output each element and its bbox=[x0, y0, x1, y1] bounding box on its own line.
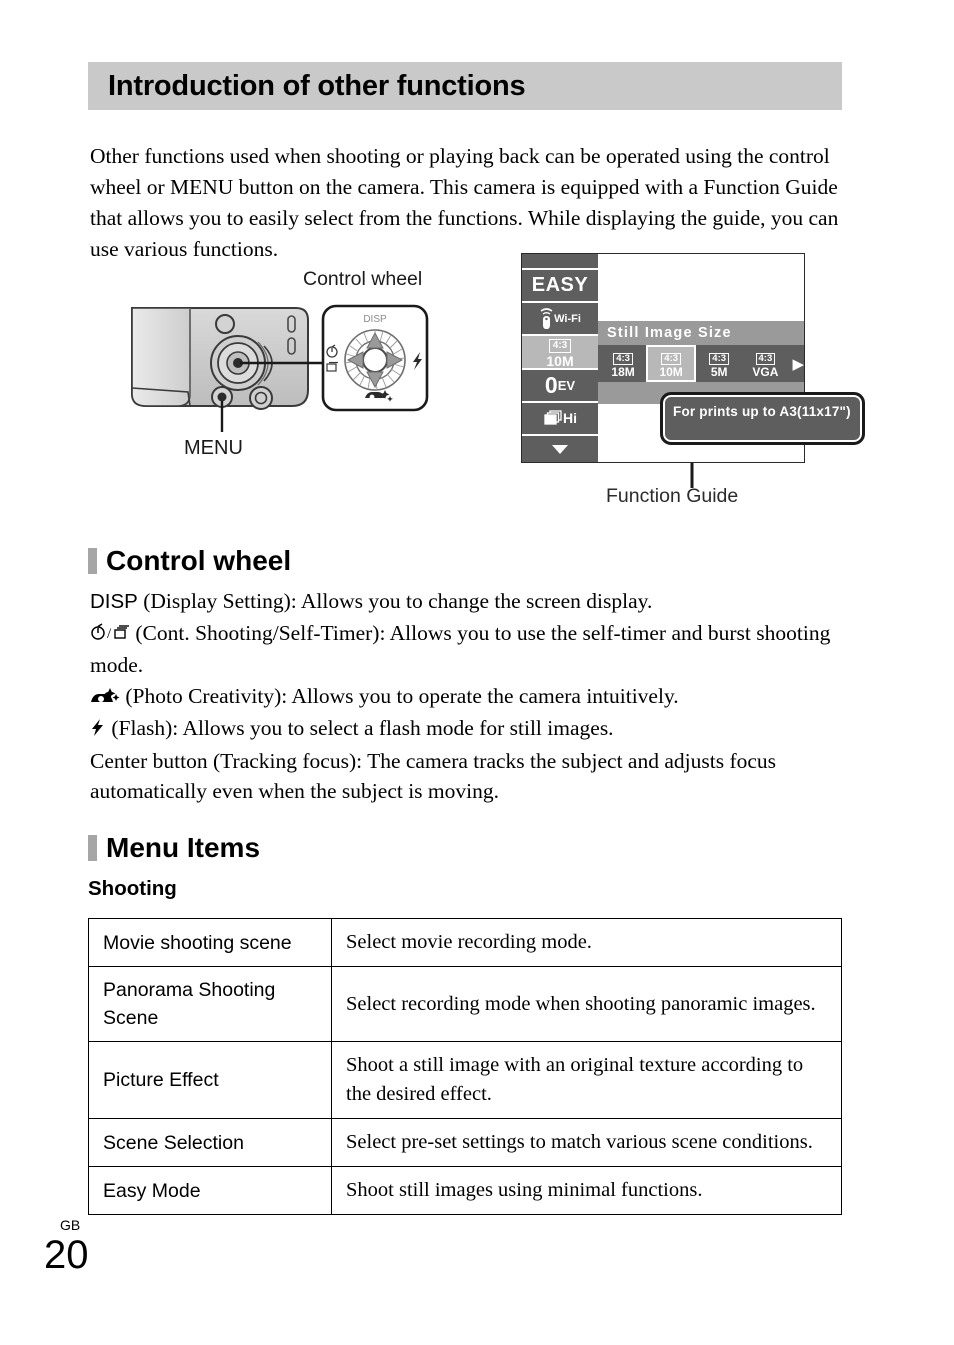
control-wheel-description: DISP (Display Setting): Allows you to ch… bbox=[90, 586, 850, 807]
menu-item-description: Shoot a still image with an original tex… bbox=[331, 1041, 842, 1119]
table-row: Picture Effect Shoot a still image with … bbox=[88, 1041, 842, 1119]
page-title: Introduction of other functions bbox=[108, 69, 526, 102]
lcd-option-10m[interactable]: 4:3 10M bbox=[646, 344, 697, 383]
footer-page-number: 20 bbox=[44, 1233, 89, 1277]
lcd-options-row: 4:3 18M 4:3 10M 4:3 5M 4:3 VGA ▶ bbox=[598, 344, 804, 383]
section-heading-control-wheel: Control wheel bbox=[88, 545, 291, 577]
footer-locale: GB bbox=[60, 1217, 81, 1233]
lcd-main-panel: Still Image Size 4:3 18M 4:3 10M 4:3 5M … bbox=[598, 254, 865, 462]
control-wheel-line-center-button: Center button (Tracking focus): The came… bbox=[90, 746, 850, 807]
intro-paragraph: Other functions used when shooting or pl… bbox=[90, 143, 839, 261]
control-wheel-caption: Control wheel bbox=[303, 268, 423, 290]
lcd-option-vga[interactable]: 4:3 VGA bbox=[744, 347, 786, 381]
lcd-sidebar-item-image-size[interactable]: 4:3 10M bbox=[522, 336, 598, 370]
table-row: Easy Mode Shoot still images using minim… bbox=[88, 1166, 842, 1215]
table-row: Scene Selection Select pre-set settings … bbox=[88, 1118, 842, 1167]
flash-text: (Flash): Allows you to select a flash mo… bbox=[106, 716, 614, 740]
self-timer-burst-icon: / bbox=[90, 620, 130, 651]
disp-prefix: DISP bbox=[90, 590, 138, 613]
flash-icon bbox=[90, 715, 106, 746]
lcd-sidebar: EASY Wi-Fi 4:3 10M 0 EV Hi bbox=[522, 254, 598, 462]
menu-item-description: Select recording mode when shooting pano… bbox=[331, 966, 842, 1042]
figure-area: Control wheel MENU Function Guide DISP E… bbox=[0, 250, 954, 520]
lcd-option-value: 18M bbox=[611, 365, 635, 380]
control-wheel-line-photo-creativity: (Photo Creativity): Allows you to operat… bbox=[90, 681, 850, 714]
lcd-sidebar-blank bbox=[522, 254, 598, 270]
heading-bar-marker bbox=[88, 835, 97, 861]
function-guide-callout: For prints up to A3(11x17") bbox=[660, 392, 865, 445]
control-wheel-line-flash: (Flash): Allows you to select a flash mo… bbox=[90, 713, 850, 746]
burst-stack-icon bbox=[544, 410, 562, 426]
photo-creativity-icon bbox=[90, 683, 120, 714]
table-row: Movie shooting scene Select movie record… bbox=[88, 918, 842, 967]
page-footer: GB 20 bbox=[44, 1218, 89, 1276]
menu-button-caption: MENU bbox=[184, 437, 243, 459]
section-heading-menu-items: Menu Items bbox=[88, 832, 260, 864]
menu-item-name: Picture Effect bbox=[88, 1041, 332, 1119]
subheading-shooting: Shooting bbox=[88, 877, 177, 900]
control-wheel-line-disp: DISP (Display Setting): Allows you to ch… bbox=[90, 586, 850, 618]
menu-item-name: Movie shooting scene bbox=[88, 918, 332, 967]
lcd-sidebar-ev-value: 0 bbox=[544, 371, 558, 398]
page-header-band: Introduction of other functions bbox=[88, 62, 842, 110]
lcd-option-18m[interactable]: 4:3 18M bbox=[602, 347, 644, 381]
disp-label: DISP bbox=[363, 314, 387, 325]
lcd-sidebar-wifi-label: Wi-Fi bbox=[554, 312, 581, 325]
lcd-option-ratio: 4:3 bbox=[709, 352, 730, 366]
lcd-sidebar-easy-label: EASY bbox=[531, 274, 589, 297]
camera-body-illustration bbox=[131, 307, 326, 432]
lcd-option-ratio: 4:3 bbox=[661, 352, 681, 366]
menu-item-description: Select movie recording mode. bbox=[331, 918, 842, 967]
lcd-sidebar-size-ratio: 4:3 bbox=[548, 339, 572, 353]
menu-item-name: Easy Mode bbox=[88, 1166, 332, 1215]
section-heading-text: Control wheel bbox=[106, 545, 292, 576]
menu-items-table: Movie shooting scene Select movie record… bbox=[88, 918, 842, 1215]
center-button-text: Center button (Tracking focus): The came… bbox=[90, 748, 777, 804]
function-guide-text: For prints up to A3(11x17") bbox=[673, 404, 851, 419]
lcd-menu-title-bar: Still Image Size bbox=[598, 321, 804, 345]
menu-item-name: Scene Selection bbox=[88, 1118, 332, 1167]
chevron-down-icon bbox=[552, 444, 568, 454]
lcd-option-value: 10M bbox=[659, 365, 683, 380]
lcd-sidebar-item-ev[interactable]: 0 EV bbox=[522, 370, 598, 403]
heading-bar-marker bbox=[88, 548, 97, 574]
lcd-selected-value-label: 10M bbox=[607, 255, 637, 272]
section-heading-text: Menu Items bbox=[106, 832, 261, 863]
disp-text: (Display Setting): Allows you to change … bbox=[137, 589, 653, 613]
menu-item-description: Select pre-set settings to match various… bbox=[331, 1118, 842, 1167]
menu-item-description: Shoot still images using minimal functio… bbox=[331, 1166, 842, 1215]
svg-text:/: / bbox=[107, 626, 112, 642]
lcd-sidebar-ev-unit: EV bbox=[557, 377, 576, 393]
lcd-next-page-arrow[interactable]: ▶ bbox=[792, 355, 804, 373]
lcd-option-5m[interactable]: 4:3 5M bbox=[698, 347, 740, 381]
lcd-sidebar-scroll-down[interactable] bbox=[522, 436, 598, 462]
lcd-sidebar-item-wifi[interactable]: Wi-Fi bbox=[522, 303, 598, 337]
lcd-sidebar-size-value: 10M bbox=[546, 352, 574, 369]
lcd-sidebar-burst-label: Hi bbox=[563, 410, 577, 427]
lcd-option-ratio: 4:3 bbox=[755, 352, 776, 366]
control-wheel-line-cont-shooting: / (Cont. Shooting/Self-Timer): Allows yo… bbox=[90, 618, 850, 681]
wifi-device-icon bbox=[540, 307, 553, 329]
table-row: Panorama Shooting Scene Select recording… bbox=[88, 966, 842, 1042]
menu-item-name: Panorama Shooting Scene bbox=[88, 966, 332, 1042]
lcd-option-ratio: 4:3 bbox=[613, 352, 633, 366]
lcd-menu-title: Still Image Size bbox=[607, 325, 732, 341]
lcd-sidebar-item-easy[interactable]: EASY bbox=[522, 270, 598, 304]
cont-shooting-text: (Cont. Shooting/Self-Timer): Allows you … bbox=[90, 620, 831, 678]
lcd-option-value: VGA bbox=[752, 365, 779, 380]
lcd-option-value: 5M bbox=[710, 365, 728, 380]
control-wheel-diagram: DISP bbox=[321, 304, 429, 412]
lcd-screen-mock: EASY Wi-Fi 4:3 10M 0 EV Hi Still Image S… bbox=[521, 253, 865, 463]
photo-creativity-text: (Photo Creativity): Allows you to operat… bbox=[120, 683, 679, 708]
lcd-sidebar-item-burst[interactable]: Hi bbox=[522, 403, 598, 436]
